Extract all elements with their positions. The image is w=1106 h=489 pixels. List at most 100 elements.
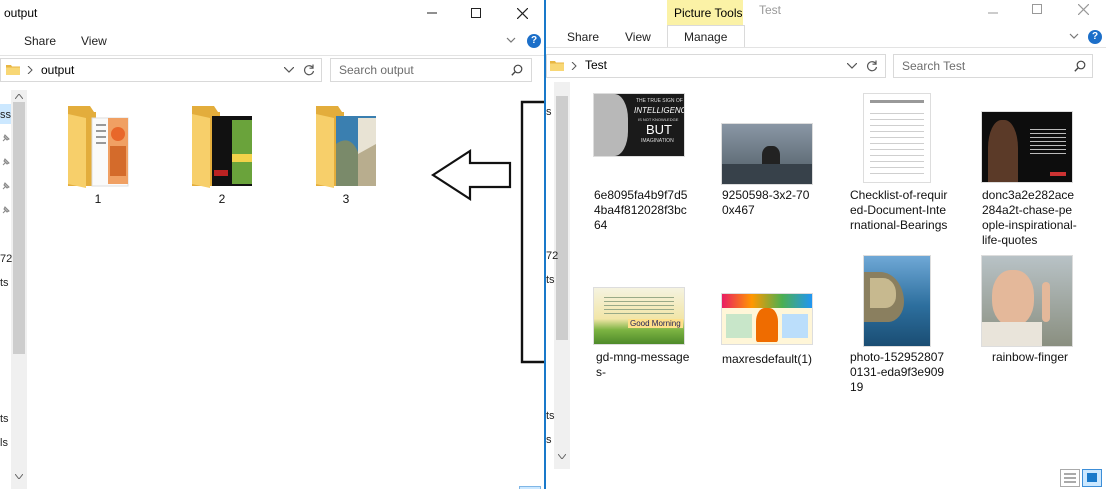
file-label[interactable]: rainbow-finger bbox=[982, 350, 1078, 365]
minimize-icon bbox=[427, 12, 437, 14]
nav-pane-scrollbar[interactable] bbox=[11, 90, 27, 489]
pin-icon bbox=[2, 182, 10, 190]
nav-item-fragment[interactable]: s bbox=[546, 106, 552, 118]
file-label[interactable]: 6e8095fa4b9f7d54ba4f812028f3bc64 bbox=[594, 188, 688, 233]
file-item[interactable]: rainbow-finger bbox=[978, 252, 1078, 372]
search-box[interactable]: Search output bbox=[330, 58, 532, 82]
file-thumbnail bbox=[722, 124, 812, 184]
folder-item[interactable]: 3 bbox=[308, 100, 384, 210]
annotation-bracket bbox=[520, 100, 545, 364]
address-path[interactable]: output bbox=[41, 63, 74, 77]
folder-with-preview-icon bbox=[192, 106, 252, 188]
nav-item-fragment[interactable]: s bbox=[546, 434, 552, 446]
help-icon[interactable]: ? bbox=[527, 34, 541, 48]
maximize-icon bbox=[1032, 4, 1042, 14]
file-thumbnail: Good Morning bbox=[594, 288, 684, 344]
chevron-down-icon[interactable] bbox=[1067, 29, 1081, 43]
logo-mark bbox=[1050, 172, 1066, 176]
file-label[interactable]: 9250598-3x2-700x467 bbox=[722, 188, 816, 218]
search-box[interactable]: Search Test bbox=[893, 54, 1093, 78]
large-icons-view-button[interactable] bbox=[1082, 469, 1102, 487]
maximize-button[interactable] bbox=[453, 0, 499, 26]
file-item[interactable]: Good Morning gd-mng-messages- bbox=[592, 284, 690, 384]
folder-label[interactable]: 2 bbox=[184, 192, 260, 207]
refresh-icon[interactable] bbox=[303, 64, 315, 76]
file-item[interactable]: THE TRUE SIGN OF INTELLIGENCE IS NOT KNO… bbox=[592, 90, 690, 240]
window-title: Test bbox=[759, 3, 782, 17]
file-label[interactable]: photo-1529528070131-eda9f3e90919 bbox=[850, 350, 950, 395]
file-label[interactable]: Checklist-of-required-Document-Internati… bbox=[850, 188, 950, 233]
minimize-button[interactable] bbox=[409, 0, 455, 26]
tab-share[interactable]: Share bbox=[24, 34, 56, 48]
nav-item-fragment[interactable]: 72 bbox=[546, 250, 558, 262]
address-dropdown-icon[interactable] bbox=[847, 63, 857, 69]
folder-label[interactable]: 3 bbox=[308, 192, 384, 207]
close-button[interactable] bbox=[1060, 0, 1106, 22]
tab-share[interactable]: Share bbox=[567, 30, 599, 44]
file-item[interactable]: photo-1529528070131-eda9f3e90919 bbox=[850, 252, 950, 402]
person-shape bbox=[988, 120, 1018, 182]
maximize-button[interactable] bbox=[1014, 0, 1060, 22]
folder-icon bbox=[6, 65, 20, 75]
minimize-button[interactable] bbox=[970, 0, 1016, 26]
folder-item[interactable]: 2 bbox=[184, 100, 260, 210]
quote-text-lines bbox=[1030, 126, 1066, 156]
search-icon[interactable] bbox=[511, 64, 523, 76]
search-icon[interactable] bbox=[1074, 60, 1086, 72]
side-panel-right bbox=[782, 314, 808, 338]
chevron-down-icon[interactable] bbox=[504, 33, 518, 47]
help-icon[interactable]: ? bbox=[1088, 30, 1102, 44]
face-shape bbox=[992, 270, 1034, 326]
file-item[interactable]: Checklist-of-required-Document-Internati… bbox=[850, 90, 950, 250]
nav-item-fragment[interactable]: 72 bbox=[0, 253, 12, 265]
file-thumbnail bbox=[722, 294, 812, 344]
nav-item-fragment[interactable]: ts bbox=[0, 413, 9, 425]
file-item[interactable]: donc3a2e282ace284a2t-chase-people-inspir… bbox=[978, 100, 1078, 250]
breadcrumb-chevron-icon[interactable] bbox=[27, 66, 33, 74]
tab-manage[interactable]: Manage bbox=[684, 30, 727, 44]
nav-item-fragment[interactable]: ts bbox=[546, 410, 555, 422]
file-item[interactable]: maxresdefault(1) bbox=[718, 290, 816, 380]
doc-line bbox=[870, 100, 924, 103]
nav-item-fragment[interactable]: ss bbox=[0, 109, 11, 121]
scrollbar-thumb[interactable] bbox=[556, 96, 568, 340]
pin-icon bbox=[2, 206, 10, 214]
tab-view[interactable]: View bbox=[81, 34, 107, 48]
pin-icon bbox=[2, 134, 10, 142]
file-label[interactable]: maxresdefault(1) bbox=[722, 352, 816, 367]
shirt-shape bbox=[982, 322, 1042, 346]
scrollbar-thumb[interactable] bbox=[13, 102, 25, 354]
nav-item-fragment[interactable]: ts bbox=[546, 274, 555, 286]
address-bar[interactable]: output bbox=[0, 58, 322, 82]
file-thumbnail: THE TRUE SIGN OF INTELLIGENCE IS NOT KNO… bbox=[594, 94, 684, 156]
ground-shape bbox=[722, 164, 812, 184]
town-shape bbox=[870, 278, 896, 308]
search-input[interactable]: Search output bbox=[339, 63, 414, 77]
tab-view[interactable]: View bbox=[625, 30, 651, 44]
refresh-icon[interactable] bbox=[866, 60, 878, 72]
breadcrumb-chevron-icon[interactable] bbox=[571, 62, 577, 70]
close-button[interactable] bbox=[499, 0, 545, 26]
portrait-shape bbox=[594, 94, 628, 156]
file-label[interactable]: donc3a2e282ace284a2t-chase-people-inspir… bbox=[982, 188, 1078, 248]
side-panel-left bbox=[726, 314, 752, 338]
scroll-up-icon[interactable] bbox=[15, 94, 23, 99]
file-item[interactable]: 9250598-3x2-700x467 bbox=[718, 120, 816, 230]
window-title: output bbox=[4, 6, 38, 20]
nav-item-fragment[interactable]: ls bbox=[0, 437, 8, 449]
folder-item[interactable]: 1 bbox=[60, 100, 136, 210]
nav-item-fragment[interactable]: ts bbox=[0, 277, 9, 289]
nav-pane-scrollbar[interactable] bbox=[554, 82, 570, 469]
scroll-down-icon[interactable] bbox=[558, 454, 566, 459]
file-label[interactable]: gd-mng-messages- bbox=[596, 350, 690, 380]
folder-label[interactable]: 1 bbox=[60, 192, 136, 207]
address-path[interactable]: Test bbox=[585, 58, 607, 72]
address-bar[interactable]: Test bbox=[546, 54, 886, 78]
details-view-button[interactable] bbox=[1060, 469, 1080, 487]
search-input[interactable]: Search Test bbox=[902, 59, 965, 73]
thumb-caption: BUT bbox=[646, 122, 672, 137]
file-thumbnail bbox=[982, 112, 1072, 182]
scroll-down-icon[interactable] bbox=[15, 474, 23, 479]
picture-tools-label: Picture Tools bbox=[674, 6, 743, 20]
address-dropdown-icon[interactable] bbox=[284, 67, 294, 73]
